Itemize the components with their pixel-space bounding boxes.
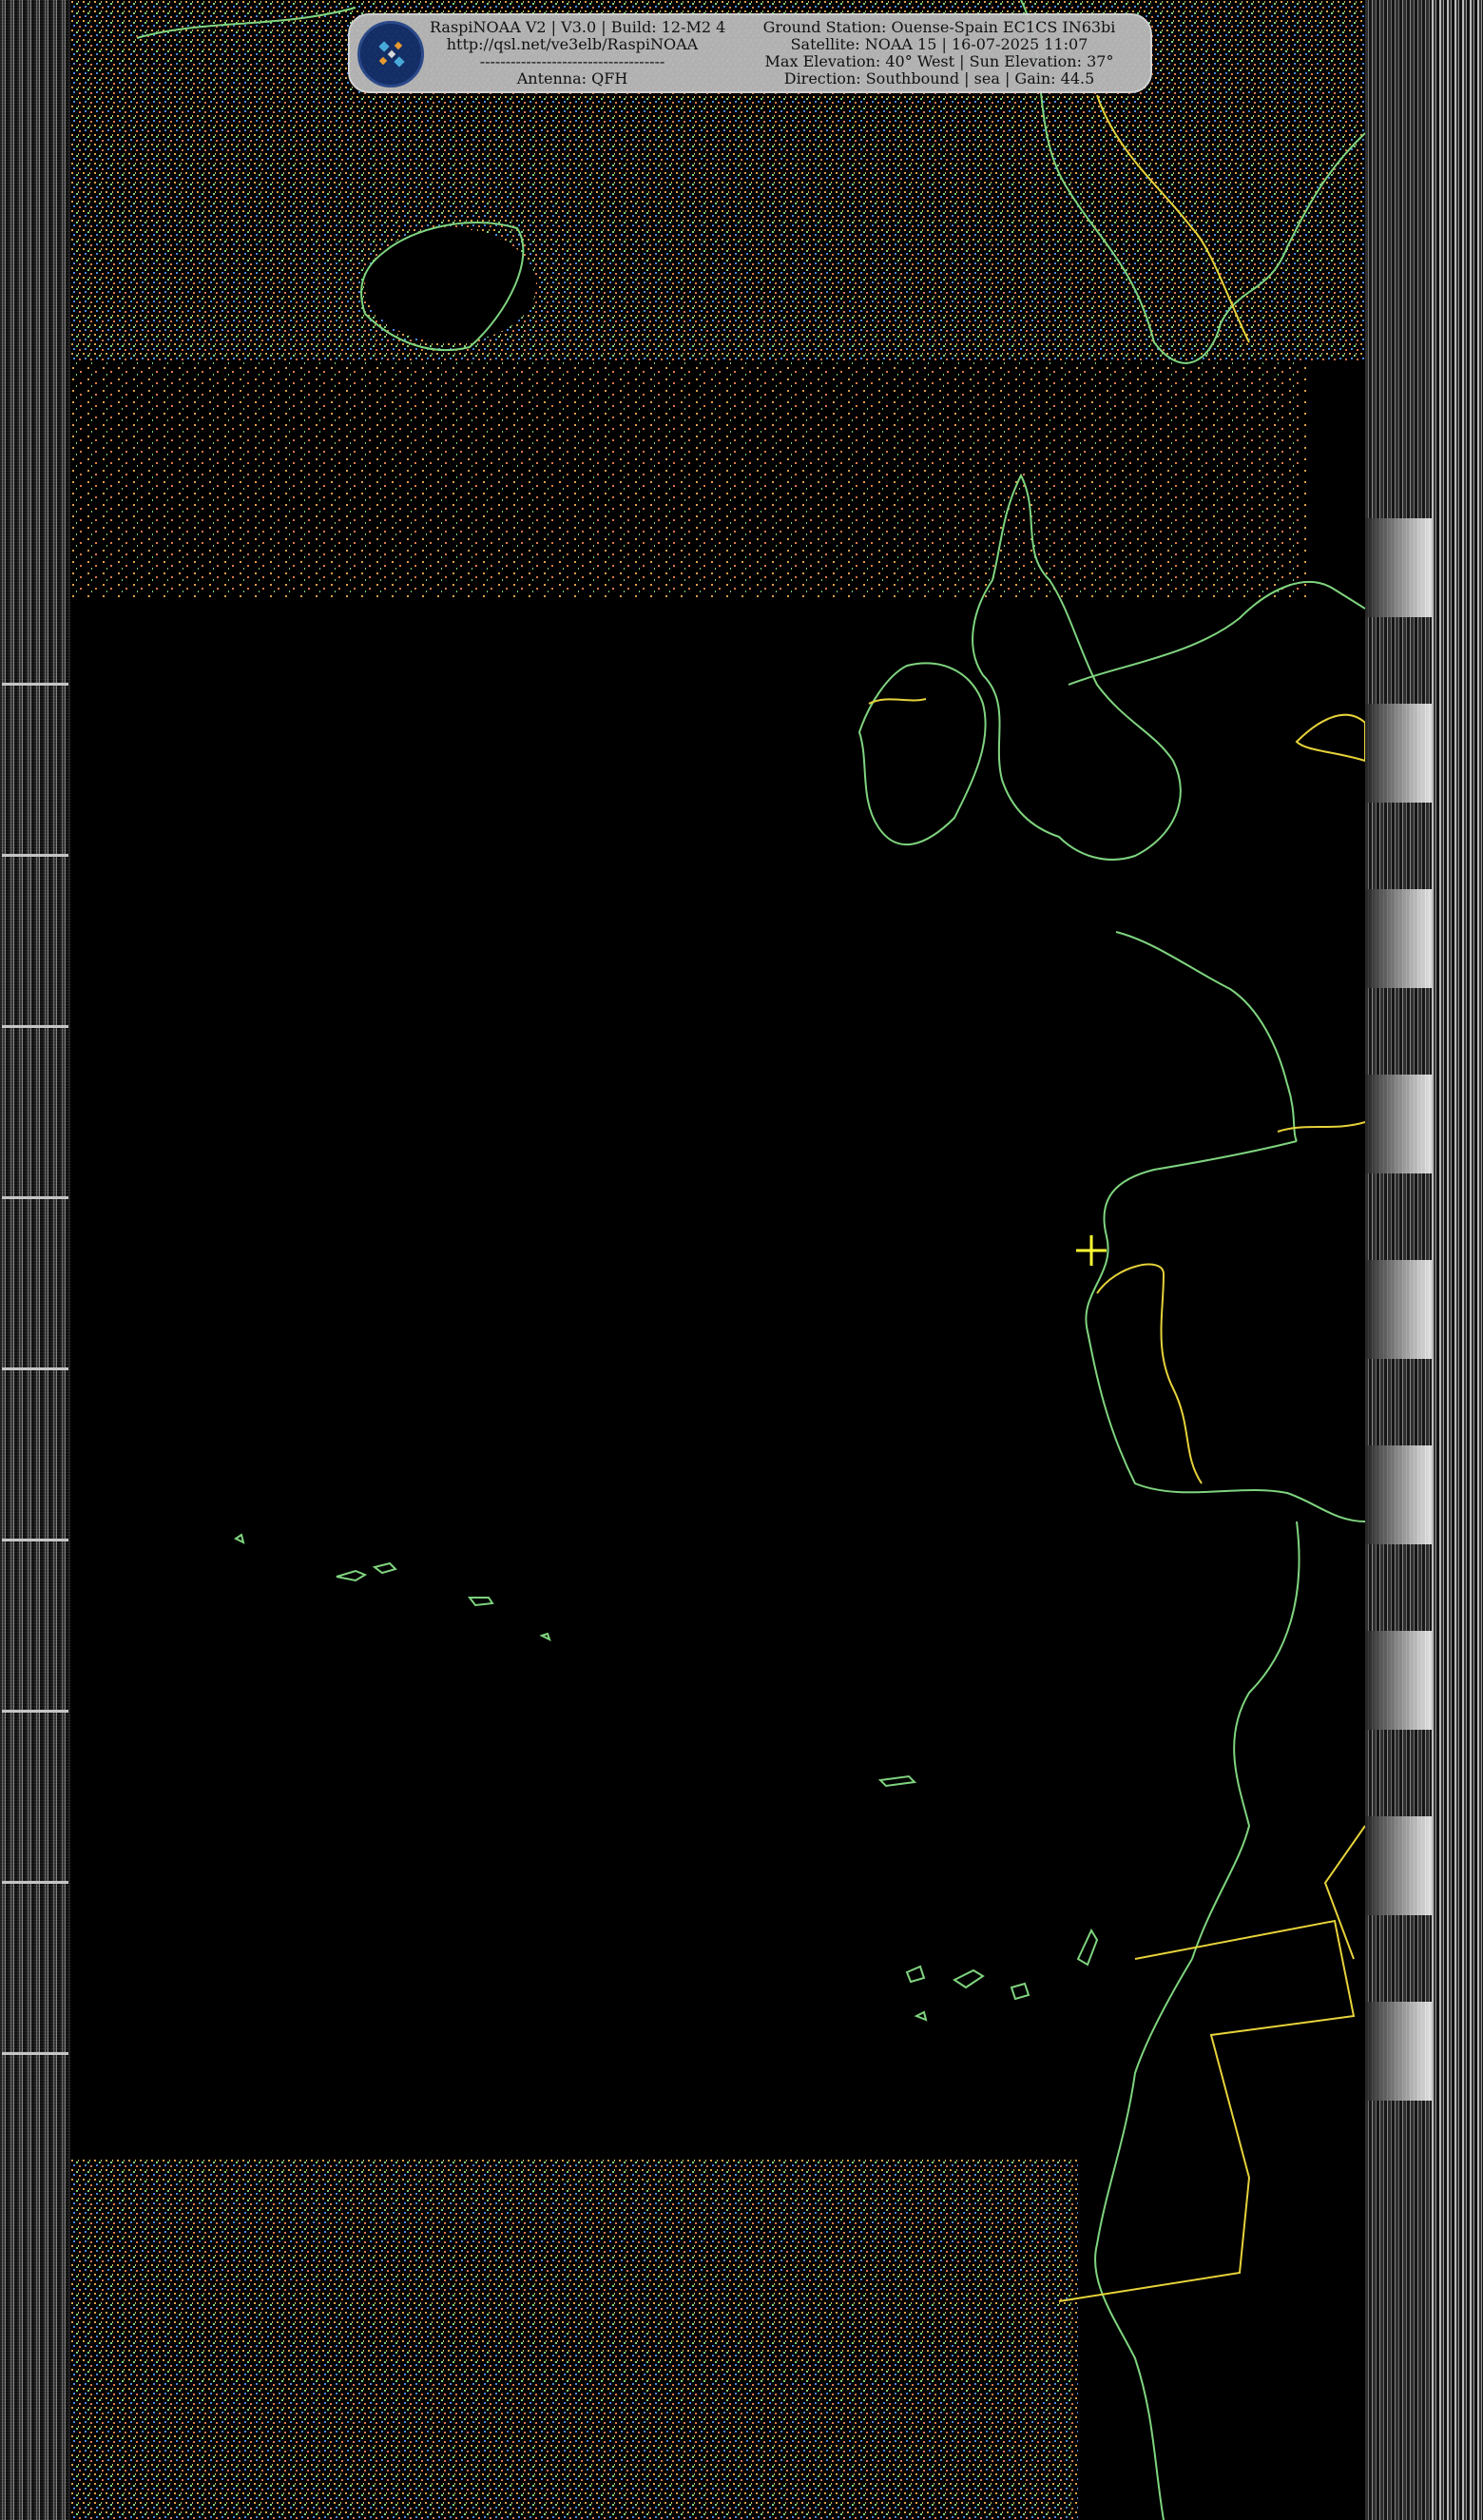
telemetry-wedge [1365, 1075, 1432, 1173]
ground-station-marker [1076, 1235, 1107, 1266]
satellite-icon [378, 41, 405, 68]
header-left-info: RaspiNOAA V2 | V3.0 | Build: 12-M2 4 htt… [430, 18, 726, 87]
website-line: http://qsl.net/ve3elb/RaspiNOAA [446, 35, 699, 53]
right-sync-strip [1432, 0, 1483, 2520]
france-coast [1115, 931, 1298, 1142]
cloud-cover-south [70, 2159, 1078, 2520]
satellite-line: Satellite: NOAA 15 | 16-07-2025 11:07 [790, 35, 1088, 53]
minute-marker [2, 854, 68, 857]
minute-marker [2, 683, 68, 686]
logo [357, 21, 424, 87]
map-projection [70, 0, 1365, 2520]
telemetry-wedge [1365, 704, 1432, 803]
telemetry-wedge [1365, 1631, 1432, 1730]
noise-texture [0, 0, 70, 2520]
header-overlay: RaspiNOAA V2 | V3.0 | Build: 12-M2 4 htt… [348, 13, 1152, 93]
ireland-border [868, 698, 927, 705]
separator-line: ------------------------------------ [479, 52, 665, 70]
minute-marker [2, 1539, 68, 1541]
azores-islands [234, 1533, 551, 1641]
direction-line: Direction: Southbound | sea | Gain: 44.5 [783, 69, 1095, 87]
ireland-coast [857, 662, 987, 845]
spain-france-border [1277, 1121, 1365, 1133]
minute-marker [2, 1367, 68, 1370]
minute-marker [2, 1881, 68, 1884]
iberia-south-coast [1191, 1521, 1300, 1960]
telemetry-wedge [1365, 518, 1432, 617]
minute-marker [2, 1710, 68, 1713]
germany-border [1295, 713, 1365, 763]
header-right-info: Ground Station: Ouense-Spain EC1CS IN63b… [732, 19, 1146, 87]
telemetry-wedge [1365, 1816, 1432, 1915]
antenna-line: Antenna: QFH [516, 69, 628, 87]
telemetry-wedge [1365, 889, 1432, 988]
left-sync-strip [0, 0, 70, 2520]
telemetry-wedge [1365, 2002, 1432, 2101]
ground-station-line: Ground Station: Ouense-Spain EC1CS IN63b… [762, 18, 1116, 36]
algeria-border [1323, 1825, 1365, 1960]
iberia-coast [1085, 1140, 1365, 1522]
telemetry-wedge [1365, 1260, 1432, 1359]
app-version-line: RaspiNOAA V2 | V3.0 | Build: 12-M2 4 [430, 18, 726, 36]
elevation-line: Max Elevation: 40° West | Sun Elevation:… [764, 52, 1114, 70]
telemetry-wedge [1365, 1445, 1432, 1544]
africa-coast [1094, 1958, 1193, 2520]
madeira-islands [877, 1774, 917, 1788]
minute-marker [2, 2052, 68, 2055]
satellite-image: RaspiNOAA V2 | V3.0 | Build: 12-M2 4 htt… [0, 0, 1483, 2520]
portugal-spain-border [1096, 1263, 1203, 1484]
morocco-border [1058, 1919, 1356, 2302]
canary-islands [905, 1928, 1099, 2022]
minute-marker [2, 1025, 68, 1028]
minute-marker [2, 1196, 68, 1199]
